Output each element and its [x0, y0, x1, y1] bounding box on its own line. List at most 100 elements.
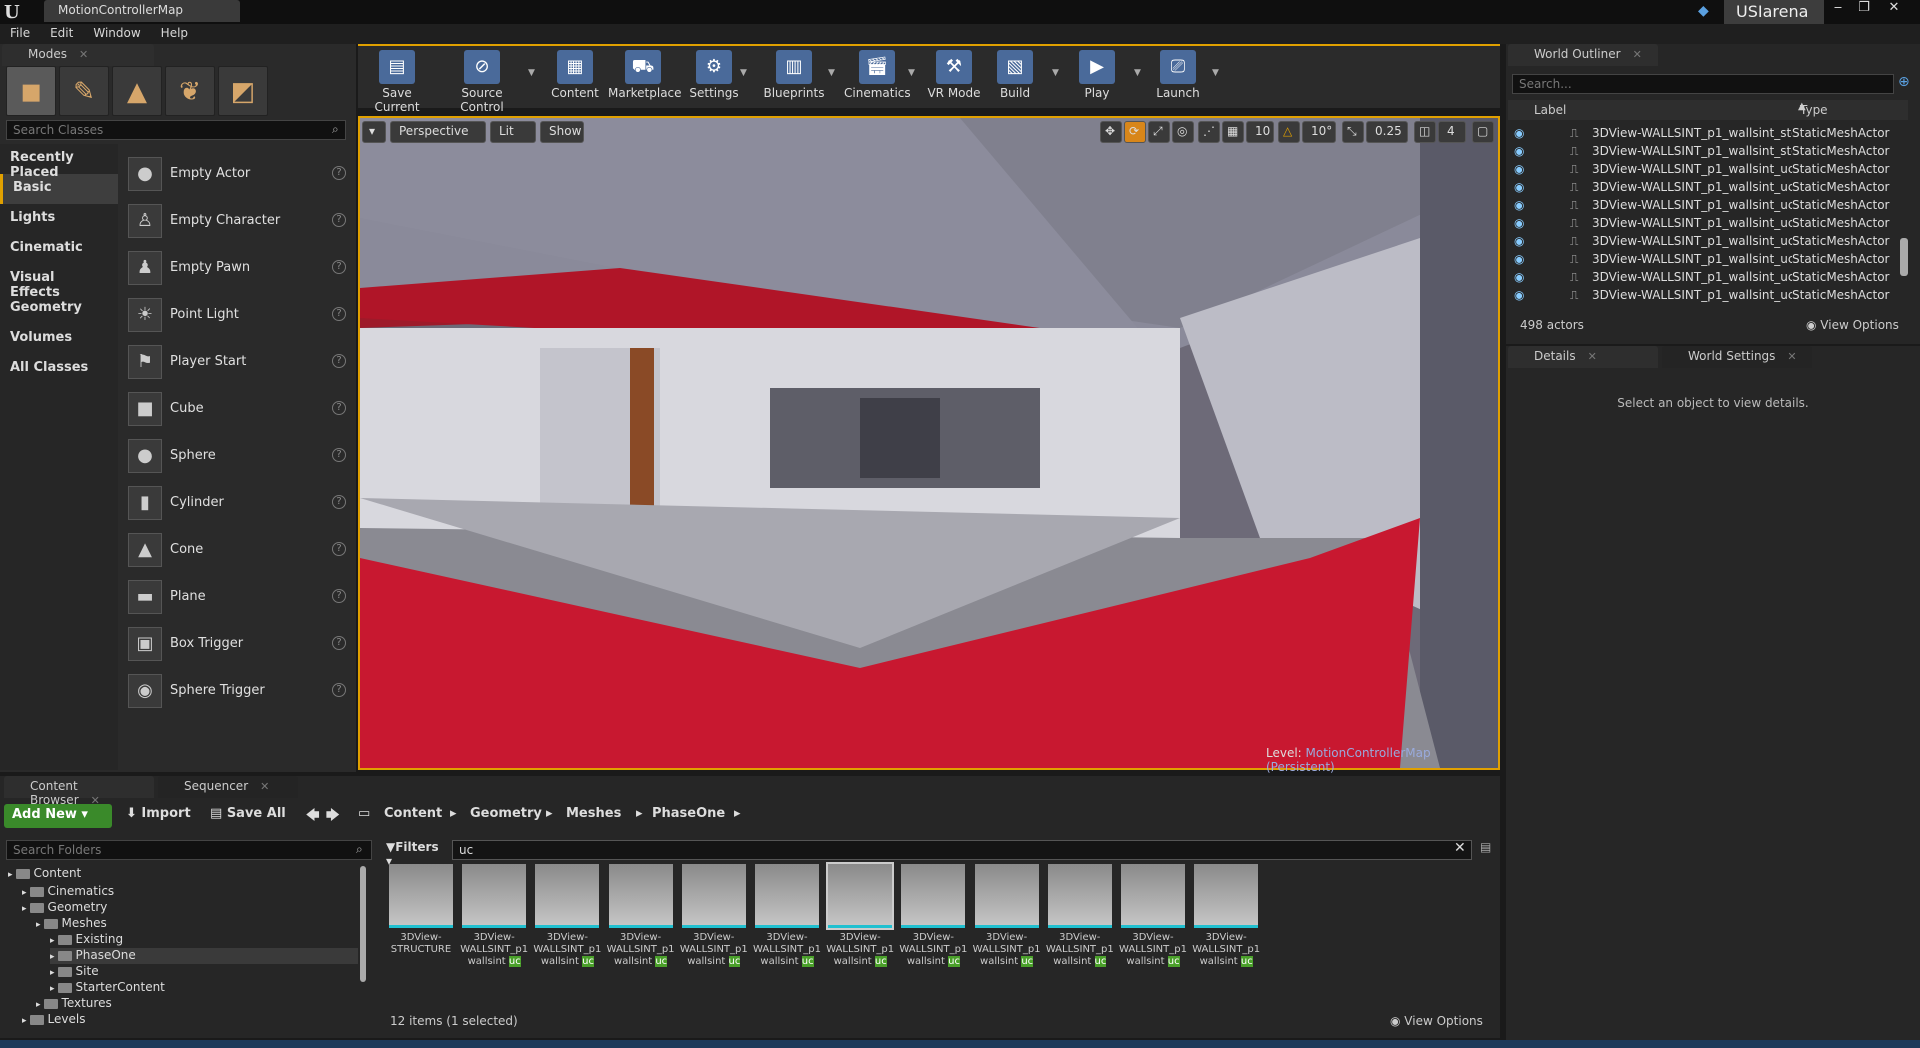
forward-arrow-icon[interactable]: 🡆︎: [326, 806, 342, 828]
close-button[interactable]: ✕: [1882, 0, 1906, 18]
play-button[interactable]: ▶ Play: [1072, 50, 1122, 108]
chevron-down-icon[interactable]: ▼: [740, 68, 747, 78]
expand-arrow-icon[interactable]: ▸: [50, 952, 55, 962]
class-empty-actor[interactable]: ● Empty Actor?: [120, 150, 350, 197]
class-sphere[interactable]: ● Sphere?: [120, 432, 350, 479]
maximize-viewport-icon[interactable]: ▢: [1472, 121, 1494, 143]
outliner-row[interactable]: ◉ ⎍ 3DView-WALLSINT_p1_wallsint_uc_g Static…: [1512, 288, 1902, 306]
expand-arrow-icon[interactable]: ▸: [50, 984, 55, 994]
class-cylinder[interactable]: ▮ Cylinder?: [120, 479, 350, 526]
help-icon[interactable]: ?: [332, 589, 346, 603]
translate-icon[interactable]: ✥: [1100, 121, 1122, 143]
asset-tile[interactable]: 3DView- WALLSINT_p1 wallsint uc: [752, 864, 822, 976]
scale-snap-icon[interactable]: ⤡: [1342, 121, 1364, 143]
class-empty-pawn[interactable]: ♟ Empty Pawn?: [120, 244, 350, 291]
close-icon[interactable]: ✕: [1588, 350, 1597, 363]
folder-tree-item[interactable]: ▸ Existing: [50, 932, 123, 948]
asset-tile[interactable]: 3DView- STRUCTURE: [386, 864, 456, 976]
asset-tile[interactable]: 3DView- WALLSINT_p1 wallsint uc: [679, 864, 749, 976]
search-classes-input[interactable]: Search Classes: [6, 120, 346, 140]
outliner-row[interactable]: ◉ ⎍ 3DView-WALLSINT_p1_wallsint_uc_g Static…: [1512, 162, 1902, 180]
asset-tile[interactable]: 3DView- WALLSINT_p1 wallsint uc: [1191, 864, 1261, 976]
content-view-options[interactable]: ◉ View Options: [1390, 1014, 1494, 1030]
outliner-row[interactable]: ◉ ⎍ 3DView-WALLSINT_p1_wallsint_stor Static…: [1512, 144, 1902, 162]
visibility-eye-icon[interactable]: ◉: [1514, 144, 1524, 158]
scale-snap-value[interactable]: 0.25: [1366, 121, 1408, 143]
class-plane[interactable]: ▬ Plane?: [120, 573, 350, 620]
breadcrumb-phaseone[interactable]: PhaseOne: [652, 806, 732, 828]
outliner-row[interactable]: ◉ ⎍ 3DView-WALLSINT_p1_wallsint_uc_g Static…: [1512, 234, 1902, 252]
visibility-eye-icon[interactable]: ◉: [1514, 234, 1524, 248]
expand-arrow-icon[interactable]: ▸: [50, 968, 55, 978]
foliage-mode-icon[interactable]: ❦: [165, 66, 215, 116]
close-icon[interactable]: ✕: [79, 48, 88, 61]
help-icon[interactable]: ?: [332, 683, 346, 697]
landscape-mode-icon[interactable]: ▲: [112, 66, 162, 116]
rotation-snap-value[interactable]: 10°: [1302, 121, 1336, 143]
asset-tile[interactable]: 3DView- WALLSINT_p1 wallsint uc: [606, 864, 676, 976]
rotate-icon[interactable]: ⟳: [1124, 121, 1146, 143]
rotation-snap-icon[interactable]: △: [1278, 121, 1300, 143]
level-viewport[interactable]: [358, 116, 1500, 770]
settings-button[interactable]: ⚙ Settings: [686, 50, 742, 108]
class-point-light[interactable]: ☀ Point Light?: [120, 291, 350, 338]
asset-tile[interactable]: 3DView- WALLSINT_p1 wallsint uc: [1118, 864, 1188, 976]
category-volumes[interactable]: Volumes: [0, 324, 118, 354]
save-all-button[interactable]: ▤ Save All: [210, 806, 290, 828]
asset-tile[interactable]: 3DView- WALLSINT_p1 wallsint uc: [459, 864, 529, 976]
asset-tile[interactable]: 3DView- WALLSINT_p1 wallsint uc: [898, 864, 968, 976]
cinematics-button[interactable]: 🎬︎ Cinematics: [844, 50, 911, 108]
close-icon[interactable]: ✕: [1787, 350, 1796, 363]
tree-scrollbar[interactable]: [360, 866, 366, 982]
filters-button[interactable]: ▼Filters ▾: [386, 840, 448, 868]
chevron-down-icon[interactable]: ▼: [528, 68, 535, 78]
save-current-button[interactable]: ▤ Save Current: [362, 50, 432, 114]
close-icon[interactable]: ✕: [1633, 48, 1642, 61]
outliner-search-input[interactable]: Search...: [1512, 74, 1894, 94]
geometry-mode-icon[interactable]: ◩: [218, 66, 268, 116]
label-column-header[interactable]: Label: [1534, 103, 1566, 117]
help-icon[interactable]: ?: [332, 542, 346, 556]
help-icon[interactable]: ?: [332, 354, 346, 368]
menu-file[interactable]: File: [0, 24, 40, 40]
category-visual-effects[interactable]: Visual Effects: [0, 264, 118, 300]
class-cone[interactable]: ▲ Cone?: [120, 526, 350, 573]
folder-tree-item[interactable]: ▸ PhaseOne: [50, 948, 358, 964]
place-mode-icon[interactable]: ◼: [6, 66, 56, 116]
expand-arrow-icon[interactable]: ▸: [50, 936, 55, 946]
help-icon[interactable]: ?: [332, 166, 346, 180]
breadcrumb-geometry[interactable]: Geometry: [470, 806, 542, 828]
folder-tree-item[interactable]: ▸ Levels: [22, 1012, 85, 1028]
sequencer-tab[interactable]: Sequencer ✕: [158, 776, 298, 798]
map-tab[interactable]: MotionControllerMap: [44, 0, 240, 22]
help-icon[interactable]: ?: [332, 401, 346, 415]
outliner-scrollbar[interactable]: [1900, 238, 1908, 276]
visibility-eye-icon[interactable]: ◉: [1514, 252, 1524, 266]
world-settings-tab[interactable]: World Settings ✕: [1662, 346, 1812, 368]
visibility-eye-icon[interactable]: ◉: [1514, 126, 1524, 140]
launch-button[interactable]: ⎚ Launch: [1152, 50, 1204, 108]
outliner-row[interactable]: ◉ ⎍ 3DView-WALLSINT_p1_wallsint_uc_g Static…: [1512, 198, 1902, 216]
folder-tree-item[interactable]: ▸ StarterContent: [50, 980, 165, 996]
vr-mode-button[interactable]: ⚒ VR Mode: [926, 50, 982, 108]
chevron-down-icon[interactable]: ▼: [1134, 68, 1141, 78]
scale-icon[interactable]: ⤢: [1148, 121, 1170, 143]
expand-arrow-icon[interactable]: ▸: [22, 888, 27, 898]
category-lights[interactable]: Lights: [0, 204, 118, 234]
minimize-button[interactable]: ‒: [1826, 0, 1850, 18]
search-folders-input[interactable]: Search Folders: [6, 840, 372, 860]
back-arrow-icon[interactable]: 🡄︎: [306, 806, 322, 828]
surface-snap-icon[interactable]: ⋰: [1198, 121, 1220, 143]
show-button[interactable]: Show: [540, 121, 584, 143]
expand-arrow-icon[interactable]: ▸: [36, 920, 41, 930]
world-space-icon[interactable]: ◎: [1172, 121, 1194, 143]
folder-tree-item[interactable]: ▸ Geometry: [22, 900, 107, 916]
help-icon[interactable]: ?: [332, 307, 346, 321]
viewport-menu-button[interactable]: ▾: [362, 121, 386, 143]
folder-tree-item[interactable]: ▸ Site: [50, 964, 99, 980]
maximize-button[interactable]: ❐: [1852, 0, 1876, 18]
visibility-eye-icon[interactable]: ◉: [1514, 180, 1524, 194]
chevron-down-icon[interactable]: ▼: [1052, 68, 1059, 78]
category-cinematic[interactable]: Cinematic: [0, 234, 118, 264]
class-cube[interactable]: ■ Cube?: [120, 385, 350, 432]
